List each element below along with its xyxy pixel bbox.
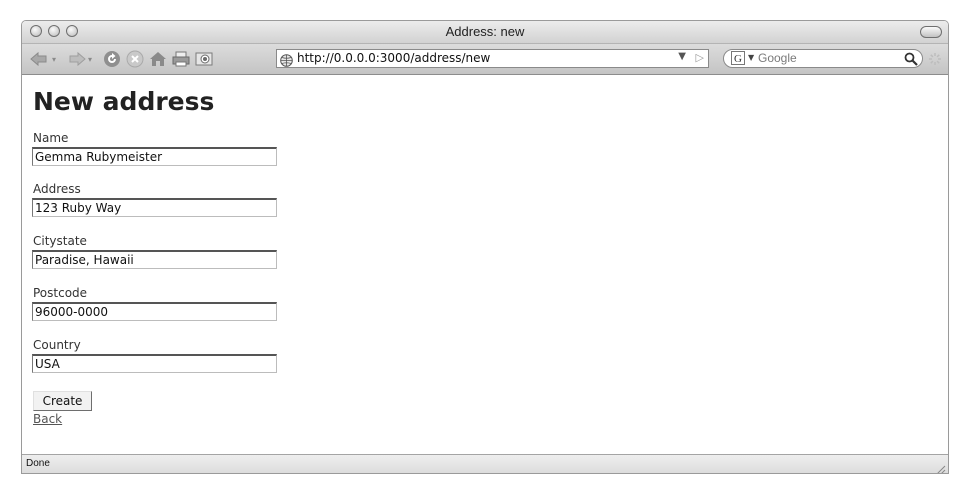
window-title: Address: new xyxy=(445,24,525,39)
print-icon[interactable] xyxy=(171,49,191,69)
postcode-field[interactable] xyxy=(32,302,277,321)
postcode-label: Postcode xyxy=(33,286,88,300)
go-icon[interactable]: ▷ xyxy=(696,51,704,64)
magnifier-icon[interactable] xyxy=(904,51,918,66)
back-link[interactable]: Back xyxy=(33,412,62,426)
google-engine-icon[interactable]: G xyxy=(731,51,745,65)
status-bar: Done xyxy=(22,454,948,473)
forward-icon[interactable] xyxy=(66,49,86,69)
title-bar: Address: new xyxy=(22,21,948,44)
url-bar[interactable]: http://0.0.0.0:3000/address/new ▼ ▷ xyxy=(276,49,709,68)
search-engine-dropdown-icon[interactable]: ▼ xyxy=(748,53,754,62)
citystate-field[interactable] xyxy=(32,250,277,269)
url-text[interactable]: http://0.0.0.0:3000/address/new xyxy=(297,51,490,65)
screenshot-icon[interactable] xyxy=(194,49,214,69)
address-field[interactable] xyxy=(32,198,277,217)
status-text: Done xyxy=(26,458,50,469)
reload-icon[interactable] xyxy=(102,49,122,69)
country-field[interactable] xyxy=(32,354,277,373)
name-field[interactable] xyxy=(32,147,277,166)
forward-dropdown-icon[interactable]: ▾ xyxy=(85,49,95,69)
name-label: Name xyxy=(33,131,69,145)
address-label: Address xyxy=(33,182,81,196)
citystate-label: Citystate xyxy=(33,234,87,248)
back-dropdown-icon[interactable]: ▾ xyxy=(49,49,59,69)
search-placeholder[interactable]: Google xyxy=(758,51,797,65)
toolbar-toggle-button[interactable] xyxy=(920,26,942,38)
home-icon[interactable] xyxy=(148,49,168,69)
browser-window: Address: new ▾ ▾ http://0.0.0.0:3000/add… xyxy=(21,20,949,474)
create-button[interactable]: Create xyxy=(33,391,92,411)
back-icon[interactable] xyxy=(30,49,50,69)
activity-spinner-icon xyxy=(928,51,942,65)
country-label: Country xyxy=(33,338,81,352)
url-history-dropdown-icon[interactable]: ▼ xyxy=(678,51,686,62)
globe-icon xyxy=(280,52,293,67)
page-title: New address xyxy=(33,87,215,116)
resize-grip-icon[interactable] xyxy=(934,460,946,473)
search-bar[interactable]: G ▼ Google xyxy=(723,49,923,68)
navigation-toolbar: ▾ ▾ http://0.0.0.0:3000/address/new ▼ ▷ xyxy=(22,44,948,75)
stop-icon[interactable] xyxy=(125,49,145,69)
page-content: New address Name Address Citystate Postc… xyxy=(22,75,948,454)
